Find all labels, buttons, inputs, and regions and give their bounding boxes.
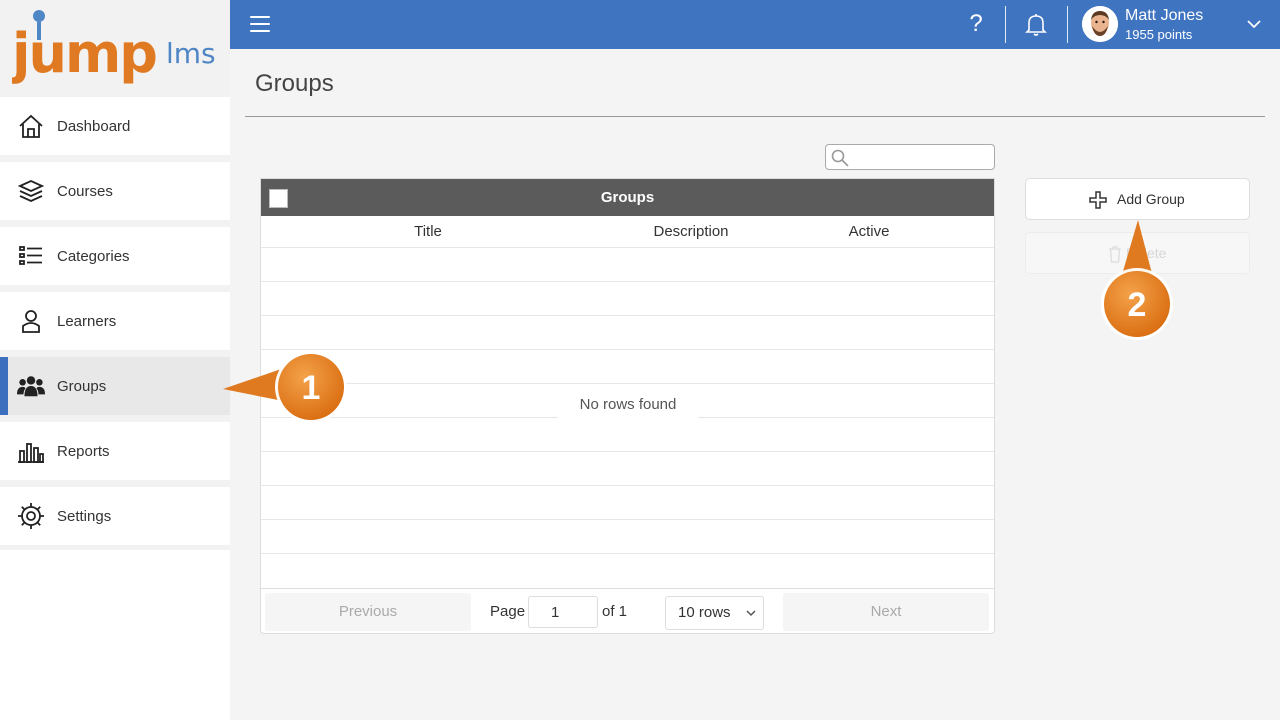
page-title: Groups bbox=[255, 70, 334, 97]
pagination: Previous Page of 1 10 rows Next bbox=[261, 588, 994, 633]
sidebar-item-dashboard[interactable]: Dashboard bbox=[0, 97, 230, 155]
divider bbox=[1067, 6, 1068, 43]
sidebar: jump lms Dashboard Courses Categories Le… bbox=[0, 0, 230, 720]
bell-icon[interactable] bbox=[1025, 12, 1047, 36]
empty-message: No rows found bbox=[558, 384, 698, 426]
page-number-input[interactable] bbox=[528, 596, 598, 628]
book-stack-icon bbox=[17, 177, 45, 205]
row-divider bbox=[261, 281, 994, 282]
row-divider bbox=[261, 553, 994, 554]
avatar[interactable] bbox=[1082, 6, 1118, 42]
callout-1: 1 bbox=[223, 351, 347, 423]
sidebar-item-reports[interactable]: Reports bbox=[0, 422, 230, 480]
grid-header: Groups bbox=[261, 179, 994, 216]
sidebar-item-label: Courses bbox=[57, 182, 113, 200]
row-divider bbox=[261, 451, 994, 452]
search-field[interactable] bbox=[825, 144, 995, 170]
callout-2: 2 bbox=[1101, 220, 1173, 340]
previous-button[interactable]: Previous bbox=[265, 593, 471, 631]
chevron-down-icon bbox=[746, 610, 756, 617]
home-icon bbox=[17, 112, 45, 140]
person-icon bbox=[17, 307, 45, 335]
divider bbox=[245, 116, 1265, 117]
bar-chart-icon bbox=[17, 437, 45, 465]
list-icon bbox=[17, 242, 45, 270]
sidebar-item-label: Groups bbox=[57, 377, 107, 395]
plus-icon bbox=[1089, 191, 1107, 209]
column-header-description[interactable]: Description bbox=[591, 216, 791, 248]
search-input[interactable] bbox=[852, 147, 990, 167]
sidebar-item-categories[interactable]: Categories bbox=[0, 227, 230, 285]
column-header-active[interactable]: Active bbox=[821, 216, 917, 248]
row-divider bbox=[261, 349, 994, 350]
add-group-button[interactable]: Add Group bbox=[1025, 178, 1250, 220]
user-points: 1955 points bbox=[1125, 27, 1193, 42]
divider bbox=[1005, 6, 1006, 43]
top-bar: ? Matt Jones 1955 points bbox=[230, 0, 1280, 49]
sidebar-item-groups[interactable]: Groups bbox=[0, 357, 230, 415]
chevron-down-icon[interactable] bbox=[1245, 15, 1263, 33]
sidebar-item-label: Reports bbox=[57, 442, 110, 460]
column-header-title[interactable]: Title bbox=[321, 216, 535, 248]
page-label: Page bbox=[490, 603, 526, 620]
row-divider bbox=[261, 519, 994, 520]
svg-text:2: 2 bbox=[1128, 286, 1147, 324]
search-icon bbox=[831, 149, 849, 167]
svg-text:1: 1 bbox=[302, 369, 321, 407]
row-divider bbox=[261, 315, 994, 316]
gear-icon bbox=[17, 502, 45, 530]
add-group-label: Add Group bbox=[1117, 191, 1185, 207]
row-divider bbox=[261, 485, 994, 486]
sidebar-item-learners[interactable]: Learners bbox=[0, 292, 230, 350]
user-name[interactable]: Matt Jones bbox=[1125, 7, 1203, 25]
rows-per-page-select[interactable]: 10 rows bbox=[665, 596, 764, 630]
help-icon[interactable]: ? bbox=[964, 10, 988, 38]
group-icon bbox=[17, 372, 45, 400]
groups-grid: Groups Title Description Active No rows … bbox=[260, 178, 995, 634]
page-count-label: of 1 bbox=[602, 603, 628, 620]
jumplms-logo: jump lms bbox=[12, 10, 216, 85]
row-divider bbox=[261, 247, 994, 248]
sidebar-item-label: Settings bbox=[57, 507, 112, 525]
svg-text:lms: lms bbox=[166, 37, 216, 70]
sidebar-item-courses[interactable]: Courses bbox=[0, 162, 230, 220]
grid-title: Groups bbox=[600, 189, 655, 206]
svg-text:jump: jump bbox=[12, 22, 156, 85]
sidebar-filler bbox=[0, 550, 230, 720]
sidebar-item-label: Learners bbox=[57, 312, 117, 330]
next-button[interactable]: Next bbox=[783, 593, 989, 631]
menu-icon[interactable] bbox=[250, 16, 270, 32]
rows-per-page-value: 10 rows bbox=[678, 604, 731, 621]
sidebar-item-label: Dashboard bbox=[57, 117, 131, 135]
sidebar-item-settings[interactable]: Settings bbox=[0, 487, 230, 545]
sidebar-item-label: Categories bbox=[57, 247, 130, 265]
select-all-checkbox[interactable] bbox=[269, 189, 288, 208]
